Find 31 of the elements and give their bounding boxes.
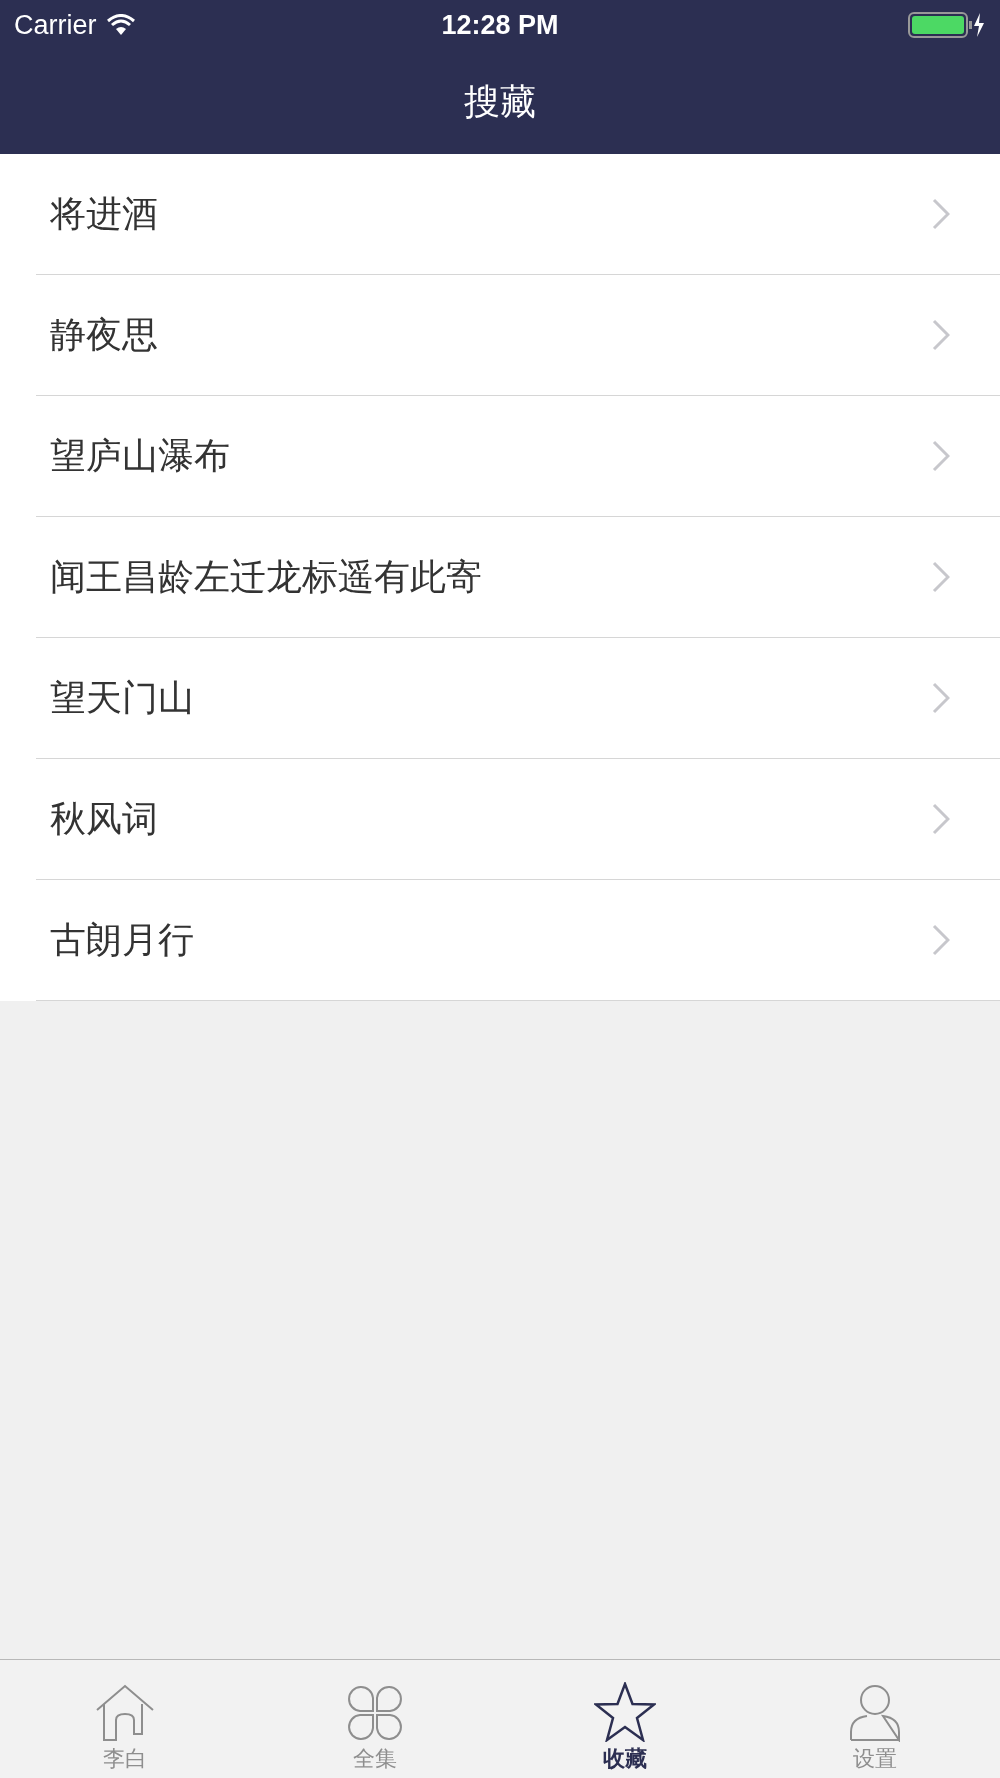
person-icon [849,1684,901,1742]
house-icon [94,1684,156,1742]
chevron-icon [932,198,950,230]
clock-time: 12:28 PM [441,9,559,41]
poem-row[interactable]: 静夜思 [36,275,1000,396]
battery-icon [908,12,986,38]
poem-row[interactable]: 秋风词 [36,759,1000,880]
poem-title: 将进酒 [50,191,159,236]
tab-item[interactable]: 收藏 [500,1660,750,1778]
chevron-icon [932,682,950,714]
poem-row[interactable]: 闻王昌龄左迁龙标遥有此寄 [36,517,1000,638]
poem-title: 静夜思 [50,312,159,357]
poem-title: 古朗月行 [50,917,195,962]
chevron-icon [932,924,950,956]
chevron-icon [932,803,950,835]
poem-title: 望庐山瀑布 [50,433,231,478]
poem-title: 秋风词 [50,796,159,841]
chevron-icon [932,440,950,472]
chevron-icon [932,319,950,351]
star-icon [594,1682,656,1742]
wifi-icon [106,14,135,36]
poem-row[interactable]: 古朗月行 [36,880,1000,1001]
poem-row[interactable]: 将进酒 [36,154,1000,275]
poem-title: 闻王昌龄左迁龙标遥有此寄 [50,554,483,599]
petals-icon [346,1684,404,1742]
poem-row[interactable]: 望天门山 [36,638,1000,759]
poem-row[interactable]: 望庐山瀑布 [36,396,1000,517]
chevron-icon [932,561,950,593]
carrier-label: Carrier [14,9,97,41]
poem-title: 望天门山 [50,675,195,720]
nav-title: 搜藏 [463,79,537,124]
